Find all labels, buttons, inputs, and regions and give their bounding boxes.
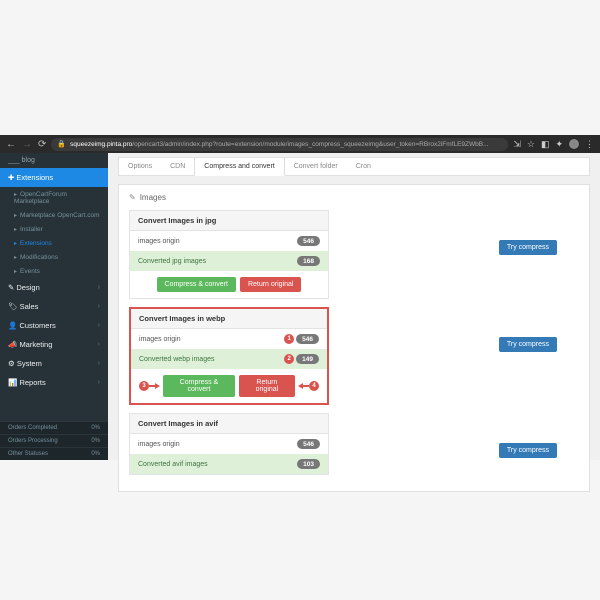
annotation-marker-1: 1 [284,334,294,344]
back-icon[interactable]: ← [6,139,16,150]
tab-options[interactable]: Options [119,158,161,175]
sidebar-stats: Orders Completed0% Orders Processing0% O… [0,421,108,460]
card-title: Convert Images in jpg [130,211,328,231]
tab-cdn[interactable]: CDN [161,158,194,175]
sidebar: ___ blog ✚ Extensions › OpenCartForum Ma… [0,153,108,460]
badge: 546 [296,334,319,344]
sidebar-item-system[interactable]: ⚙ System› [0,354,108,373]
puzzle-icon: ✚ [8,173,14,182]
try-compress-button[interactable]: Try compress [499,337,557,352]
card-jpg: Convert Images in jpg images origin 546 … [129,210,329,299]
tabs: Options CDN Compress and convert Convert… [118,157,590,176]
chevron-right-icon: › [98,303,100,310]
try-compress-button[interactable]: Try compress [499,240,557,255]
sidebar-item-customers[interactable]: 👤 Customers› [0,316,108,335]
sidebar-sub-events[interactable]: Events [0,264,108,278]
sidebar-item-extensions[interactable]: ✚ Extensions › [0,168,108,187]
chevron-right-icon: › [98,174,100,181]
badge: 168 [297,256,320,266]
row-origin: images origin 546 [130,434,328,454]
sidebar-sub-marketplace[interactable]: Marketplace OpenCart.com [0,208,108,222]
tab-compress-convert[interactable]: Compress and convert [194,158,284,176]
stat-orders-completed: Orders Completed0% [0,421,108,434]
menu-icon[interactable]: ⋮ [585,139,594,150]
card-title: Convert Images in avif [130,414,328,434]
customers-icon: 👤 [8,321,17,330]
chevron-right-icon: › [98,360,100,367]
badge: 149 [296,354,319,364]
annotation-marker-4: 4 [299,381,319,391]
sidebar-sub-modifications[interactable]: Modifications [0,250,108,264]
url-path: /opencart3/admin/index.php?route=extensi… [132,141,488,148]
marketing-icon: 📣 [8,340,17,349]
stat-other-statuses: Other Statuses0% [0,447,108,460]
try-compress-button[interactable]: Try compress [499,443,557,458]
sidebar-sub-ocforum[interactable]: OpenCartForum Marketplace [0,187,108,208]
share-icon[interactable]: ⇲ [513,139,521,150]
reports-icon: 📊 [8,378,17,387]
sales-icon: 🏷 [8,302,18,311]
sidebar-label: Extensions [16,173,53,182]
card-webp: Convert Images in webp images origin 1 5… [129,307,329,405]
badge: 546 [297,439,320,449]
badge: 103 [297,459,320,469]
chevron-right-icon: › [98,284,100,291]
url-bar[interactable]: 🔒 squeezeimg.pinta.pro /opencart3/admin/… [51,138,508,151]
return-original-button[interactable]: Return original [239,375,295,397]
card-avif: Convert Images in avif images origin 546… [129,413,329,475]
reload-icon[interactable]: ⟳ [38,139,46,150]
annotation-marker-3: 3 [139,381,159,391]
design-icon: ✎ [8,283,14,292]
browser-chrome-bar: ← → ⟳ 🔒 squeezeimg.pinta.pro /opencart3/… [0,135,600,153]
sidebar-item-design[interactable]: ✎ Design› [0,278,108,297]
puzzle-icon[interactable]: ✦ [555,139,563,150]
annotation-marker-2: 2 [284,354,294,364]
content-area: Options CDN Compress and convert Convert… [108,153,600,460]
chevron-right-icon: › [98,341,100,348]
sidebar-item-reports[interactable]: 📊 Reports› [0,373,108,392]
tab-convert-folder[interactable]: Convert folder [285,158,347,175]
return-original-button[interactable]: Return original [240,277,302,292]
compress-convert-button[interactable]: Compress & convert [163,375,235,397]
tab-cron[interactable]: Cron [347,158,380,175]
compress-convert-button[interactable]: Compress & convert [157,277,236,292]
row-converted: Converted avif images 103 [130,454,328,474]
url-host: squeezeimg.pinta.pro [70,141,132,148]
sidebar-sub-extensions[interactable]: Extensions [0,236,108,250]
images-panel: ✎ Images Convert Images in jpg images or… [118,184,590,492]
lock-icon: 🔒 [57,140,66,148]
chevron-right-icon: › [98,379,100,386]
sidebar-sub-installer[interactable]: Installer [0,222,108,236]
pencil-icon: ✎ [129,193,136,202]
badge: 546 [297,236,320,246]
sidebar-label: ___ blog [8,157,35,164]
star-icon[interactable]: ☆ [527,139,535,150]
row-converted: Converted jpg images 168 [130,251,328,271]
sidebar-item-marketing[interactable]: 📣 Marketing› [0,335,108,354]
row-origin: images origin 546 [130,231,328,251]
card-actions: Compress & convert Return original [130,271,328,298]
row-converted: Converted webp images 2 149 [131,349,327,369]
panel-title: ✎ Images [129,193,579,202]
card-actions: 3 Compress & convert Return original 4 [131,369,327,403]
row-origin: images origin 1 546 [131,329,327,349]
sidebar-item-sales[interactable]: 🏷 Sales› [0,297,108,316]
forward-icon[interactable]: → [22,139,32,150]
stat-orders-processing: Orders Processing0% [0,434,108,447]
profile-icon[interactable] [569,139,579,149]
system-icon: ⚙ [8,359,15,368]
chevron-right-icon: › [98,322,100,329]
card-title: Convert Images in webp [131,309,327,329]
ext1-icon[interactable]: ◧ [541,139,550,150]
sidebar-item-blog[interactable]: ___ blog [0,153,108,168]
